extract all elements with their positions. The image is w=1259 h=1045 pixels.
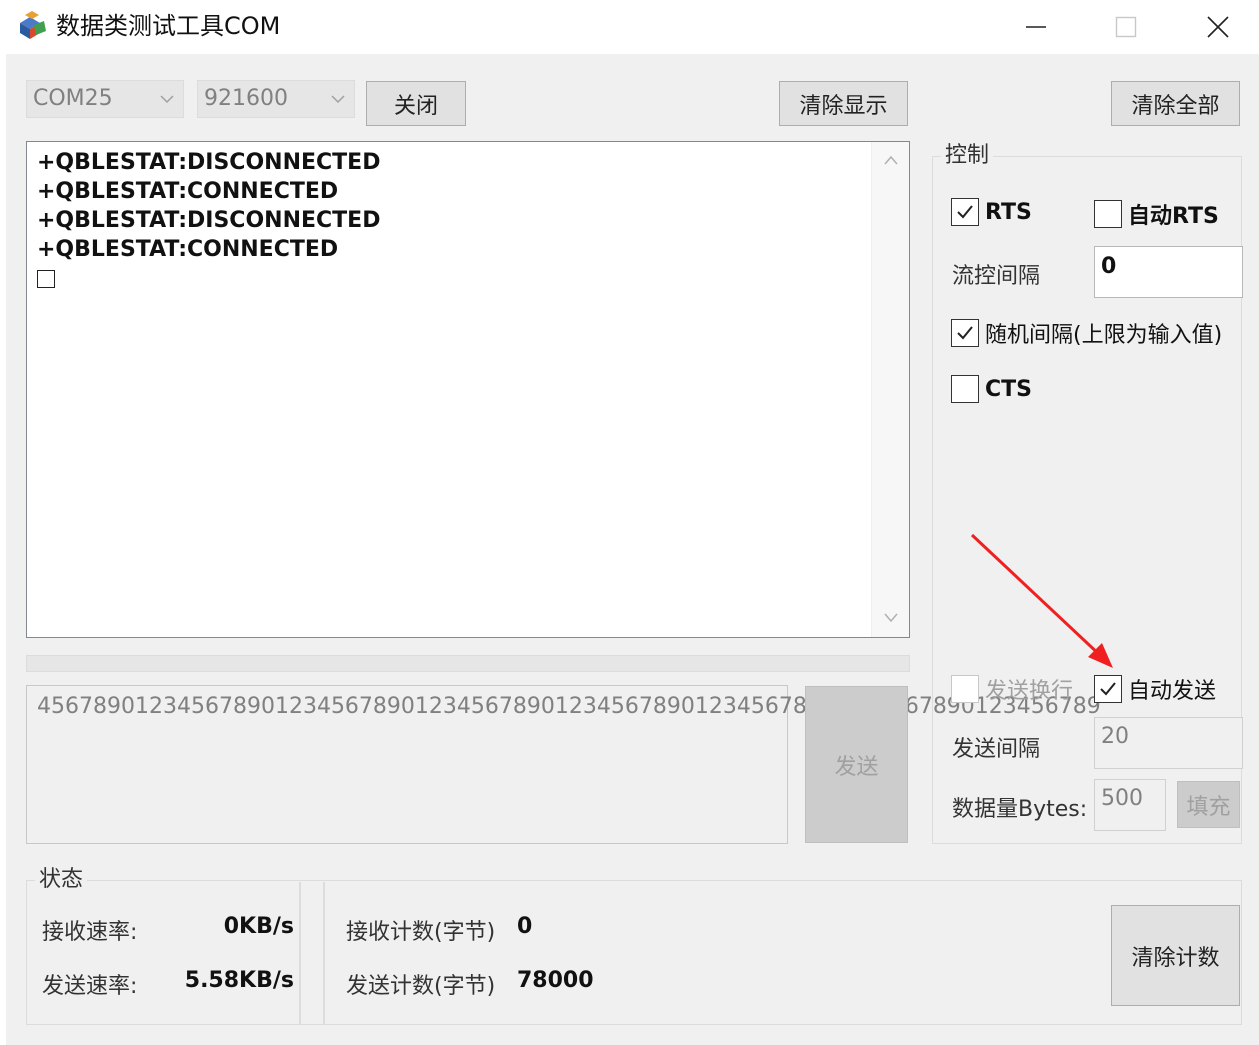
app-icon — [16, 9, 48, 41]
recv-rate-label: 接收速率: — [42, 920, 138, 945]
clear-count-button[interactable]: 清除计数 — [1111, 905, 1240, 1006]
send-interval-label: 发送间隔 — [952, 737, 1041, 762]
close-icon — [1207, 16, 1229, 38]
status-divider — [299, 882, 301, 1024]
send-rate-value: 5.58KB/s — [184, 968, 294, 993]
recv-count-label: 接收计数(字节) — [346, 920, 496, 945]
close-button[interactable] — [1172, 0, 1259, 54]
control-group-title: 控制 — [941, 143, 994, 169]
chevron-down-icon — [159, 81, 175, 129]
checkmark-icon — [957, 326, 973, 340]
maximize-button[interactable] — [1080, 0, 1172, 54]
receive-line: +QBLESTAT:DISCONNECTED — [37, 208, 381, 233]
maximize-icon — [1115, 16, 1137, 38]
status-group-title: 状态 — [35, 867, 88, 893]
data-bytes-label: 数据量Bytes: — [952, 797, 1088, 822]
recv-count-value: 0 — [517, 914, 533, 939]
status-group: 状态 — [26, 867, 1242, 1025]
send-newline-checkbox[interactable]: 发送换行 — [951, 673, 1073, 705]
send-count-label: 发送计数(字节) — [346, 974, 496, 999]
receive-line: +QBLESTAT:DISCONNECTED — [37, 150, 381, 175]
port-select[interactable]: COM25 — [26, 80, 184, 118]
title-bar[interactable]: 数据类测试工具COM — [0, 0, 1259, 54]
send-button[interactable]: 发送 — [805, 686, 908, 843]
send-newline-label: 发送换行 — [985, 679, 1074, 704]
receive-log: +QBLESTAT:DISCONNECTED +QBLESTAT:CONNECT… — [37, 148, 380, 288]
cts-checkbox[interactable]: CTS — [951, 375, 1032, 403]
rts-checkbox[interactable]: RTS — [951, 198, 1032, 226]
auto-rts-label: 自动RTS — [1128, 204, 1219, 229]
chevron-up-icon[interactable] — [883, 154, 899, 166]
checkbox-box[interactable] — [951, 319, 979, 347]
vertical-scrollbar[interactable] — [871, 142, 909, 637]
receive-textarea[interactable]: +QBLESTAT:DISCONNECTED +QBLESTAT:CONNECT… — [26, 141, 910, 638]
checkbox-box[interactable] — [1094, 200, 1122, 228]
send-progress-bar — [26, 655, 910, 672]
unprintable-char-box — [37, 270, 55, 288]
auto-send-checkbox[interactable]: 自动发送 — [1094, 673, 1216, 705]
baud-value: 921600 — [204, 86, 288, 111]
chevron-down-icon — [330, 81, 346, 129]
checkbox-box[interactable] — [1094, 675, 1122, 703]
cts-label: CTS — [985, 376, 1032, 402]
minimize-button[interactable] — [990, 0, 1082, 54]
data-bytes-input[interactable]: 500 — [1094, 779, 1166, 831]
rts-label: RTS — [985, 199, 1032, 225]
flow-interval-label: 流控间隔 — [952, 264, 1041, 289]
clear-all-button[interactable]: 清除全部 — [1111, 81, 1240, 126]
checkbox-box[interactable] — [951, 375, 979, 403]
baud-select[interactable]: 921600 — [197, 80, 355, 118]
recv-rate-value: 0KB/s — [223, 914, 294, 939]
send-rate-label: 发送速率: — [42, 974, 138, 999]
checkmark-icon — [1100, 682, 1116, 696]
send-interval-input[interactable]: 20 — [1094, 717, 1243, 769]
minimize-icon — [1026, 26, 1046, 28]
chevron-down-icon[interactable] — [883, 612, 899, 624]
clear-display-button[interactable]: 清除显示 — [779, 81, 908, 126]
port-value: COM25 — [33, 86, 113, 111]
random-interval-checkbox[interactable]: 随机间隔(上限为输入值) — [951, 317, 1222, 349]
auto-send-label: 自动发送 — [1128, 679, 1217, 704]
random-interval-label: 随机间隔(上限为输入值) — [985, 323, 1223, 348]
checkbox-box[interactable] — [951, 675, 979, 703]
checkmark-icon — [957, 205, 973, 219]
window-title: 数据类测试工具COM — [56, 12, 281, 40]
receive-line: +QBLESTAT:CONNECTED — [37, 237, 339, 262]
checkbox-box[interactable] — [951, 198, 979, 226]
flow-interval-input[interactable]: 0 — [1094, 246, 1243, 298]
receive-line: +QBLESTAT:CONNECTED — [37, 179, 339, 204]
annotation-arrow-icon — [970, 533, 1113, 668]
status-divider — [323, 882, 325, 1024]
fill-button[interactable]: 填充 — [1177, 781, 1240, 828]
send-textarea[interactable]: 4567890123456789012345678901234567890123… — [26, 685, 1101, 844]
send-count-value: 78000 — [517, 968, 594, 993]
close-port-button[interactable]: 关闭 — [366, 81, 466, 126]
auto-rts-checkbox[interactable]: 自动RTS — [1094, 198, 1219, 230]
